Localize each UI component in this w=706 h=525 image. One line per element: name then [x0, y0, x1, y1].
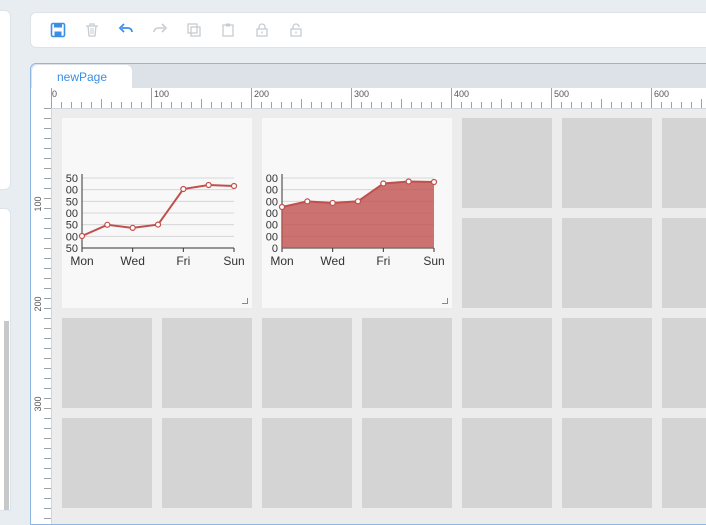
data-point[interactable] [430, 178, 438, 186]
grid-cell[interactable] [262, 318, 352, 408]
y-tick-label: 00 [66, 208, 78, 220]
undo-icon [118, 23, 133, 33]
paste-icon [222, 23, 234, 37]
grid-cell[interactable] [662, 418, 706, 508]
series-line [81, 183, 235, 237]
grid-cell[interactable] [462, 418, 552, 508]
ruler-corner [31, 88, 51, 108]
x-tick-label: Wed [120, 254, 144, 268]
undo-button[interactable] [117, 21, 135, 39]
grid-cell[interactable] [262, 418, 352, 508]
grid-cell[interactable] [562, 218, 652, 308]
page-editor: newPage 0 100 200 300 400 500 600 100 200 300 50… [30, 63, 706, 525]
ruler-label: 300 [33, 396, 43, 411]
y-tick-label: 50 [66, 173, 78, 185]
grid-cell[interactable] [662, 218, 706, 308]
horizontal-ruler: 0 100 200 300 400 500 600 [51, 88, 706, 109]
resize-handle[interactable] [242, 298, 248, 304]
copy-icon [187, 23, 201, 37]
x-tick-label: Fri [176, 254, 190, 268]
lock-icon [256, 23, 268, 37]
ruler-label: 100 [154, 89, 169, 99]
ruler-label: 500 [554, 89, 569, 99]
paste-button[interactable] [219, 21, 237, 39]
tab-newpage[interactable]: newPage [32, 65, 132, 88]
data-point[interactable] [104, 221, 111, 228]
ruler-label: 600 [654, 89, 669, 99]
line-chart: 50005000500050Mon Wed Fri Sun [66, 173, 245, 268]
ruler-label: 100 [33, 196, 43, 211]
data-point[interactable] [380, 180, 387, 187]
area-chart: 0000000000000Mon Wed Fri Sun [266, 173, 445, 268]
x-tick-label: Sun [223, 254, 244, 268]
x-tick-label: Wed [320, 254, 344, 268]
y-tick-label: 00 [266, 208, 278, 220]
data-point[interactable] [230, 182, 238, 190]
y-tick-label: 00 [266, 185, 278, 197]
delete-icon [86, 23, 98, 37]
copy-button[interactable] [185, 21, 203, 39]
y-tick-label: 50 [66, 220, 78, 232]
ruler-label: 0 [52, 89, 57, 99]
grid-cell[interactable] [162, 418, 252, 508]
y-tick-label: 00 [266, 196, 278, 208]
unlock-icon [290, 23, 302, 37]
x-tick-label: Fri [376, 254, 390, 268]
x-tick-label: Mon [70, 254, 93, 268]
data-point[interactable] [205, 181, 212, 189]
grid-canvas[interactable]: 50 00 50 00 50 00 50 Mon Wed Fri Sun 0 00 00 00 00 00 00… [52, 109, 706, 524]
grid-cell[interactable] [62, 418, 152, 508]
tab-bar: newPage [31, 64, 706, 88]
grid-cell[interactable] [462, 218, 552, 308]
vertical-ruler: 100 200 300 [31, 108, 52, 524]
grid-cell[interactable] [462, 318, 552, 408]
x-tick-label: Mon [270, 254, 293, 268]
data-point[interactable] [405, 178, 412, 185]
resize-handle[interactable] [442, 298, 448, 304]
data-point[interactable] [354, 198, 362, 205]
grid-cell[interactable] [362, 318, 452, 408]
grid-cell[interactable] [662, 318, 706, 408]
left-panel-lower [0, 208, 11, 511]
area-chart-widget[interactable]: 0 00 00 00 00 00 00 Mon Wed Fri Sun [262, 118, 452, 308]
data-point[interactable] [329, 199, 336, 207]
grid-cell[interactable] [162, 318, 252, 408]
data-point[interactable] [129, 224, 136, 232]
data-point[interactable] [304, 198, 311, 205]
delete-button[interactable] [83, 21, 101, 39]
ruler-label: 200 [254, 89, 269, 99]
ruler-label: 400 [454, 89, 469, 99]
area-fill [282, 181, 434, 248]
unlock-button[interactable] [287, 21, 305, 39]
data-point[interactable] [180, 185, 187, 193]
redo-icon [153, 23, 168, 33]
grid-cell[interactable] [662, 118, 706, 208]
data-point[interactable] [278, 203, 286, 211]
toolbar [30, 12, 706, 48]
data-point[interactable] [154, 221, 162, 228]
y-tick-label: 00 [66, 185, 78, 197]
line-chart-widget[interactable]: 50 00 50 00 50 00 50 Mon Wed Fri Sun [62, 118, 252, 308]
save-icon [50, 22, 66, 38]
y-tick-label: 00 [266, 231, 278, 243]
y-tick-label: 00 [266, 173, 278, 185]
y-tick-label: 00 [266, 220, 278, 232]
y-tick-label: 50 [66, 196, 78, 208]
grid-cell[interactable] [362, 418, 452, 508]
grid-cell[interactable] [562, 118, 652, 208]
y-tick-label: 00 [66, 231, 78, 243]
lock-button[interactable] [253, 21, 271, 39]
data-point[interactable] [78, 232, 86, 240]
ruler-label: 300 [354, 89, 369, 99]
grid-cell[interactable] [562, 418, 652, 508]
grid-cell[interactable] [562, 318, 652, 408]
ruler-label: 200 [33, 296, 43, 311]
panel-scrollbar[interactable] [4, 321, 9, 510]
grid-cell[interactable] [62, 318, 152, 408]
left-panel [0, 10, 11, 190]
redo-button[interactable] [151, 21, 169, 39]
grid-cell[interactable] [462, 118, 552, 208]
x-tick-label: Sun [423, 254, 444, 268]
save-button[interactable] [49, 21, 67, 39]
